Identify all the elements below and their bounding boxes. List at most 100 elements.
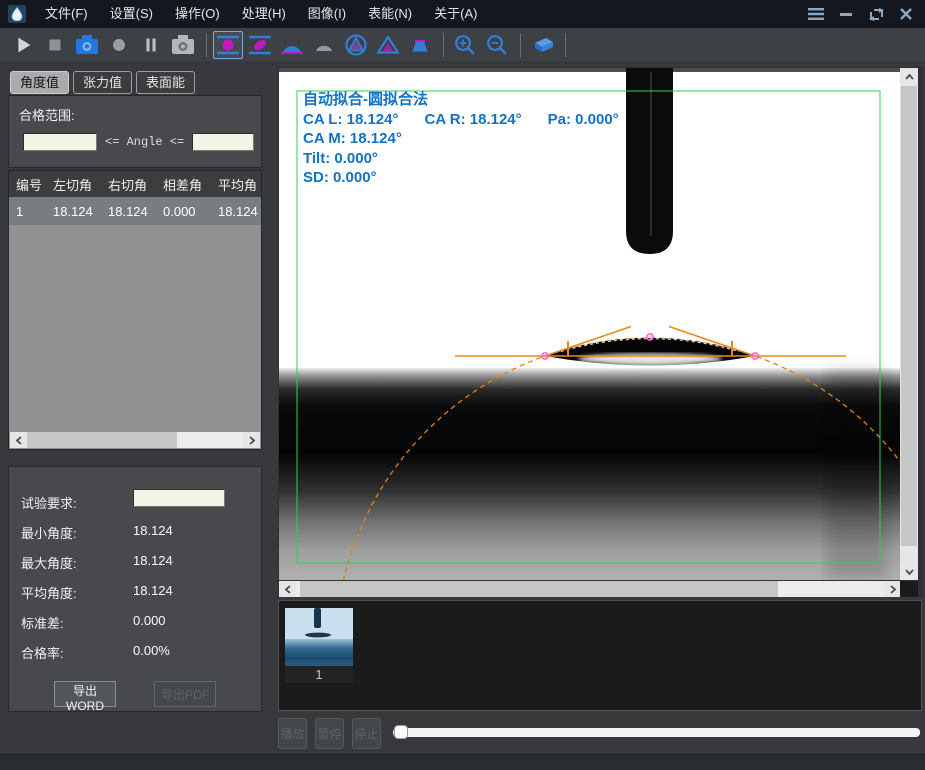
angle-min-input[interactable] (23, 133, 97, 151)
status-strip (0, 754, 925, 770)
menu-file[interactable]: 文件(F) (34, 0, 99, 28)
mean-angle-value: 18.124 (133, 583, 173, 598)
col-left-angle: 左切角 (49, 175, 104, 194)
export-pdf-button[interactable]: 导出PDF (154, 681, 216, 707)
table-horizontal-scrollbar[interactable] (10, 432, 260, 448)
record-icon (108, 34, 130, 56)
ca-left-value: CA L: 18.124° (303, 110, 398, 130)
viewport-horizontal-scrollbar[interactable] (279, 581, 901, 597)
title-bar: 文件(F) 设置(S) 操作(O) 处理(H) 图像(I) 表能(N) 关于(A… (0, 0, 925, 28)
min-angle-value: 18.124 (133, 523, 173, 538)
result-tabs: 角度值 张力值 表面能 (10, 71, 195, 94)
camera-capture-button[interactable] (72, 31, 102, 59)
fit-triangle-icon (376, 33, 400, 57)
fit-trapezoid-button[interactable] (405, 31, 435, 59)
toolbar-separator (565, 33, 566, 57)
tilt-value: Tilt: 0.000° (303, 149, 619, 169)
tab-tension-value[interactable]: 张力值 (73, 71, 132, 94)
close-button[interactable] (891, 1, 921, 27)
fit-ellipse-button[interactable] (245, 31, 275, 59)
export-word-button[interactable]: 导出WORD (54, 681, 116, 707)
frame-slider[interactable] (393, 728, 920, 737)
fit-circle-button[interactable] (213, 31, 243, 59)
menu-operation[interactable]: 操作(O) (164, 0, 231, 28)
scroll-right-icon[interactable] (243, 432, 260, 448)
drop-image-canvas[interactable]: 自动拟合-圆拟合法 CA L: 18.124° CA R: 18.124° Pa… (279, 68, 901, 580)
qualified-range-label: 合格范围: (19, 105, 75, 124)
fit-spherical-cap-disabled-button[interactable] (309, 31, 339, 59)
scroll-up-icon[interactable] (900, 68, 918, 85)
snapshot-button[interactable] (168, 31, 198, 59)
eraser-button[interactable] (527, 31, 557, 59)
main-toolbar (0, 28, 925, 61)
menu-image[interactable]: 图像(I) (297, 0, 357, 28)
fit-trapezoid-icon (408, 33, 432, 57)
pass-rate-label: 合格率: (21, 643, 64, 662)
hamburger-menu-icon[interactable] (801, 1, 831, 27)
tab-surface-energy[interactable]: 表面能 (136, 71, 195, 94)
play-button[interactable] (8, 31, 38, 59)
scrollbar-thumb[interactable] (27, 432, 177, 448)
scrollbar-thumb[interactable] (901, 86, 917, 546)
menu-settings[interactable]: 设置(S) (99, 0, 164, 28)
fit-ellipse-icon (248, 33, 272, 57)
zoom-out-icon (485, 33, 509, 57)
menu-processing[interactable]: 处理(H) (231, 0, 297, 28)
requirement-input[interactable] (133, 489, 225, 507)
max-angle-label: 最大角度: (21, 553, 77, 572)
qualified-range-box: 合格范围: <= Angle <= (8, 95, 262, 168)
menu-about[interactable]: 关于(A) (423, 0, 488, 28)
measurement-table: 编号 左切角 右切角 相差角 平均角 1 18.124 18.124 0.000… (8, 170, 262, 450)
camera-capture-icon (74, 33, 100, 57)
pa-value: Pa: 0.000° (548, 110, 619, 130)
thumbnail-panel: 1 (278, 600, 922, 711)
zoom-out-button[interactable] (482, 31, 512, 59)
pass-rate-value: 0.00% (133, 643, 170, 658)
playback-stop-button[interactable]: 停止 (352, 718, 381, 749)
restore-button[interactable] (861, 1, 891, 27)
image-viewport: 自动拟合-圆拟合法 CA L: 18.124° CA R: 18.124° Pa… (278, 67, 922, 597)
col-mean-angle: 平均角 (214, 175, 261, 194)
eraser-icon (529, 34, 555, 56)
scroll-left-icon[interactable] (10, 432, 27, 448)
statistics-box: 试验要求: 最小角度: 18.124 最大角度: 18.124 平均角度: 18… (8, 466, 262, 712)
scrollbar-thumb[interactable] (300, 581, 778, 597)
thumbnail-item[interactable]: 1 (285, 608, 353, 683)
tab-angle-value[interactable]: 角度值 (10, 71, 69, 94)
menu-performance[interactable]: 表能(N) (357, 0, 423, 28)
col-number: 编号 (9, 175, 49, 194)
record-button[interactable] (104, 31, 134, 59)
fit-triangle-button[interactable] (373, 31, 403, 59)
fit-circle-triangle-button[interactable] (341, 31, 371, 59)
playback-bar: 播放 暂停 停止 (278, 716, 922, 754)
thumbnail-label: 1 (285, 666, 353, 683)
window-controls (801, 1, 925, 27)
std-dev-value: 0.000 (133, 613, 166, 628)
stop-icon (44, 34, 66, 56)
app-water-drop-icon (8, 5, 26, 23)
mean-angle-label: 平均角度: (21, 583, 77, 602)
scrollbar-track[interactable] (27, 432, 243, 448)
playback-pause-button[interactable]: 暂停 (315, 718, 344, 749)
fit-circle-triangle-icon (344, 33, 368, 57)
scroll-down-icon[interactable] (900, 563, 918, 580)
angle-comparator-label: <= Angle <= (105, 135, 184, 149)
scroll-left-icon[interactable] (279, 581, 296, 597)
fit-spherical-cap-button[interactable] (277, 31, 307, 59)
zoom-in-icon (453, 33, 477, 57)
thumbnail-image (285, 608, 353, 666)
viewport-vertical-scrollbar[interactable] (900, 68, 918, 580)
playback-play-button[interactable]: 播放 (278, 718, 307, 749)
zoom-in-button[interactable] (450, 31, 480, 59)
snapshot-camera-icon (170, 33, 196, 57)
pause-button[interactable] (136, 31, 166, 59)
stop-button[interactable] (40, 31, 70, 59)
angle-max-input[interactable] (192, 133, 254, 151)
scrollbar-track[interactable] (296, 581, 884, 597)
table-row[interactable]: 1 18.124 18.124 0.000 18.124 (9, 197, 261, 225)
sd-value: SD: 0.000° (303, 168, 619, 188)
min-angle-label: 最小角度: (21, 523, 77, 542)
minimize-button[interactable] (831, 1, 861, 27)
frame-slider-thumb[interactable] (394, 725, 408, 739)
scroll-right-icon[interactable] (884, 581, 901, 597)
